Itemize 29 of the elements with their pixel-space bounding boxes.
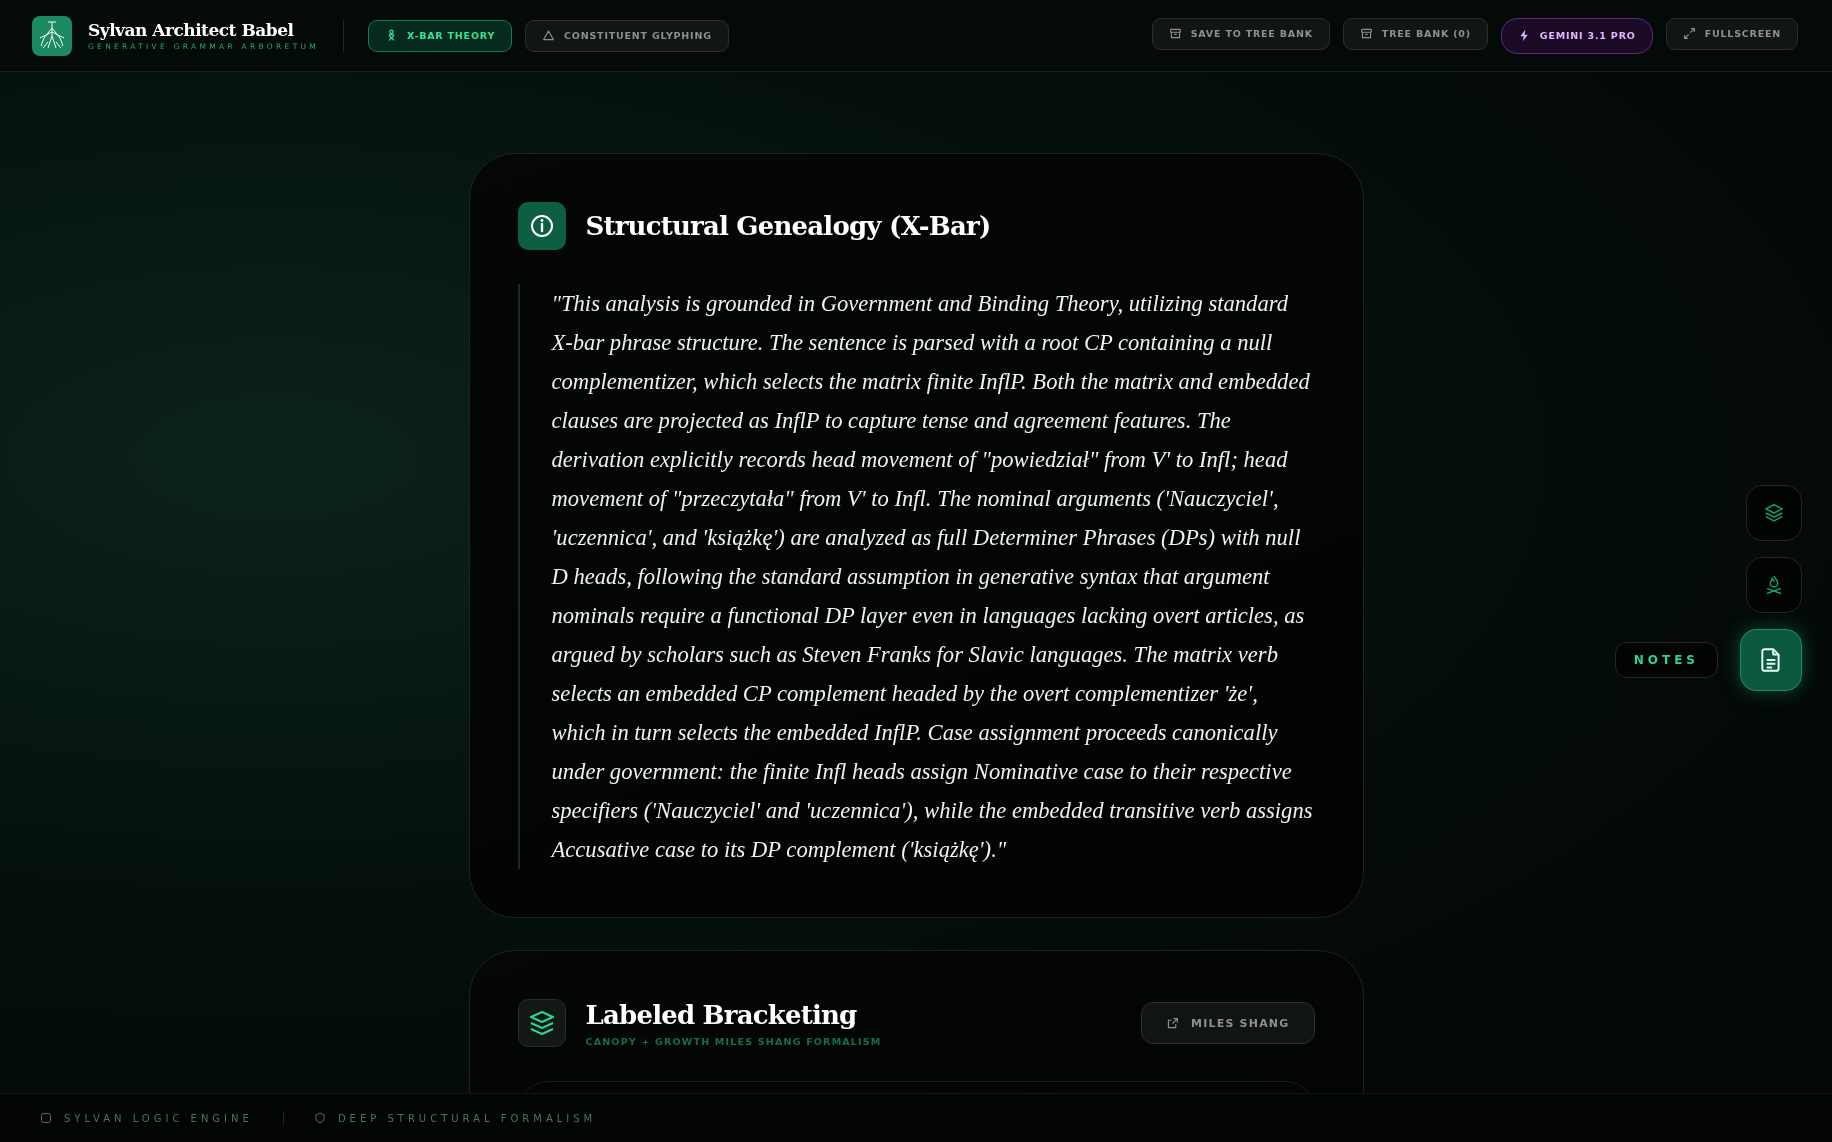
expand-icon [1682, 27, 1696, 40]
layers-button[interactable] [1746, 485, 1802, 541]
status-text: SYLVAN LOGIC ENGINE [64, 1112, 253, 1124]
layers-icon [1763, 502, 1785, 524]
mode-tab[interactable]: CONSTITUENT GLYPHING [525, 19, 729, 52]
mode-tab[interactable]: X-BAR THEORY [368, 19, 513, 52]
analysis-quote: "This analysis is grounded in Government and Binding Theory, utilizing standard X-bar phrase structure. The sentence is parsed with a root CP containing a null complementizer, which selects the matrix finite InflP. Both the matrix and embedded clauses are projected as InflP to capture tense and agreement features. The derivation explicitly records head movement of "powiedział" from V' to Infl; head movement of "przeczytała" from V' to Infl. The nominal arguments ('Nauczyciel', 'uczennica', and 'książkę') are analyzed as full Determiner Phrases (DPs) with null D heads, following the standard assumption in generative syntax that argument nominals require a functional DP layer even in languages lacking overt articles, as argued by scholars such as Steven Franks for Slavic languages. The matrix verb selects an embedded CP complement headed by the overt complementizer 'że', which in turn selects the embedded InflP. Case assignment proceeds canonically under government: the finite Infl heads assign Nominative case to their respective specifiers ('Nauczyciel' and 'uczennica'), while the embedded transitive verb assigns Accusative case to its DP complement ('książkę')." [517, 284, 1315, 869]
card-title: Structural Genealogy (X-Bar) [585, 211, 991, 241]
triangle-icon [542, 29, 556, 42]
external-link-icon [1166, 1016, 1180, 1030]
external-link-button[interactable]: MILES SHANG [1141, 1002, 1315, 1044]
card-title: Labeled Bracketing [585, 999, 858, 1030]
status-text: DEEP STRUCTURAL FORMALISM [337, 1112, 597, 1124]
archive-icon [1168, 27, 1182, 40]
app-title: Sylvan Architect Babel [88, 20, 295, 40]
shield-icon [313, 1112, 326, 1124]
fullscreen-button[interactable]: FULLSCREEN [1665, 17, 1798, 50]
model-button[interactable]: GEMINI 3.1 PRO [1500, 17, 1653, 54]
chip-icon [40, 1112, 52, 1124]
root-tree-logo [32, 15, 72, 56]
tree-bank-button[interactable]: SAVE TO TREE BANK [1151, 17, 1330, 50]
card-subtitle: CANOPY + GROWTH MILES SHANG FORMALISM [585, 1035, 882, 1047]
layers-icon [517, 999, 566, 1047]
notes-tooltip: NOTES [1614, 642, 1718, 678]
info-icon [517, 202, 566, 250]
tree-bank-button[interactable]: TREE BANK (0) [1342, 17, 1488, 50]
archive-icon [1359, 27, 1373, 40]
notes-button[interactable] [1740, 629, 1802, 691]
campfire-button[interactable] [1746, 557, 1802, 613]
